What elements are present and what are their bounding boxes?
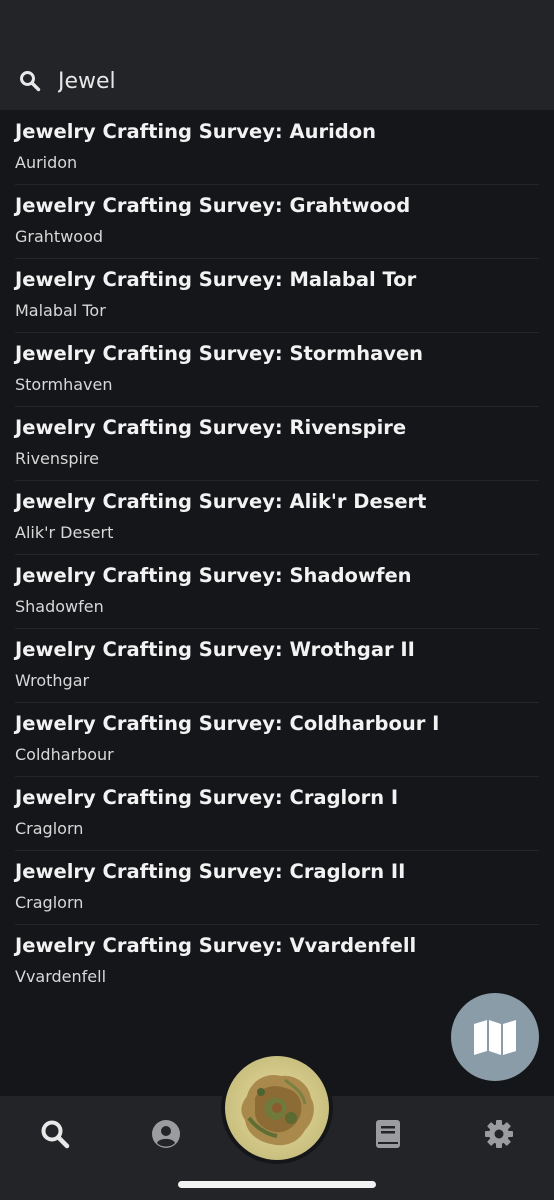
- result-subtitle: Alik'r Desert: [15, 523, 114, 542]
- tab-library[interactable]: [368, 1114, 408, 1154]
- world-map-button[interactable]: [221, 1052, 333, 1164]
- tab-profile[interactable]: [146, 1114, 186, 1154]
- result-title: Jewelry Crafting Survey: Craglorn II: [15, 860, 406, 883]
- gear-icon: [485, 1120, 513, 1148]
- result-title: Jewelry Crafting Survey: Alik'r Desert: [15, 490, 427, 513]
- result-subtitle: Wrothgar: [15, 671, 90, 690]
- result-title: Jewelry Crafting Survey: Shadowfen: [15, 564, 412, 587]
- list-item[interactable]: Jewelry Crafting Survey: Coldharbour I C…: [0, 703, 554, 777]
- list-item[interactable]: Jewelry Crafting Survey: Rivenspire Rive…: [0, 407, 554, 481]
- result-subtitle: Grahtwood: [15, 227, 104, 246]
- result-subtitle: Rivenspire: [15, 449, 100, 468]
- map-fab-button[interactable]: [451, 993, 539, 1081]
- list-item[interactable]: Jewelry Crafting Survey: Vvardenfell Vva…: [0, 925, 554, 998]
- person-icon: [152, 1120, 180, 1148]
- result-subtitle: Craglorn: [15, 819, 84, 838]
- search-icon: [41, 1120, 70, 1149]
- result-title: Jewelry Crafting Survey: Craglorn I: [15, 786, 399, 809]
- result-title: Jewelry Crafting Survey: Malabal Tor: [15, 268, 417, 291]
- app-screen: Jewelry Crafting Survey: Auridon Auridon…: [0, 0, 554, 1200]
- search-icon: [20, 71, 41, 92]
- list-item[interactable]: Jewelry Crafting Survey: Alik'r Desert A…: [0, 481, 554, 555]
- list-item[interactable]: Jewelry Crafting Survey: Shadowfen Shado…: [0, 555, 554, 629]
- search-results-list: Jewelry Crafting Survey: Auridon Auridon…: [0, 111, 554, 999]
- list-item[interactable]: Jewelry Crafting Survey: Malabal Tor Mal…: [0, 259, 554, 333]
- home-indicator: [178, 1181, 376, 1188]
- result-subtitle: Coldharbour: [15, 745, 114, 764]
- book-icon: [376, 1120, 400, 1148]
- search-input[interactable]: [58, 62, 528, 100]
- result-title: Jewelry Crafting Survey: Rivenspire: [15, 416, 407, 439]
- result-subtitle: Shadowfen: [15, 597, 104, 616]
- tab-search[interactable]: [35, 1114, 75, 1154]
- result-title: Jewelry Crafting Survey: Grahtwood: [15, 194, 411, 217]
- result-title: Jewelry Crafting Survey: Auridon: [15, 120, 377, 143]
- list-item[interactable]: Jewelry Crafting Survey: Auridon Auridon: [0, 111, 554, 185]
- result-subtitle: Auridon: [15, 153, 78, 172]
- result-subtitle: Stormhaven: [15, 375, 113, 394]
- result-title: Jewelry Crafting Survey: Coldharbour I: [15, 712, 440, 735]
- list-item[interactable]: Jewelry Crafting Survey: Grahtwood Graht…: [0, 185, 554, 259]
- tab-settings[interactable]: [479, 1114, 519, 1154]
- list-item[interactable]: Jewelry Crafting Survey: Craglorn II Cra…: [0, 851, 554, 925]
- result-subtitle: Vvardenfell: [15, 967, 107, 986]
- search-header: [0, 0, 554, 110]
- result-title: Jewelry Crafting Survey: Stormhaven: [15, 342, 424, 365]
- map-icon: [474, 1020, 516, 1055]
- result-subtitle: Malabal Tor: [15, 301, 106, 320]
- list-item[interactable]: Jewelry Crafting Survey: Stormhaven Stor…: [0, 333, 554, 407]
- result-title: Jewelry Crafting Survey: Vvardenfell: [15, 934, 417, 957]
- list-item[interactable]: Jewelry Crafting Survey: Wrothgar II Wro…: [0, 629, 554, 703]
- world-map-thumbnail: [225, 1056, 329, 1160]
- result-subtitle: Craglorn: [15, 893, 84, 912]
- result-title: Jewelry Crafting Survey: Wrothgar II: [15, 638, 415, 661]
- list-item[interactable]: Jewelry Crafting Survey: Craglorn I Crag…: [0, 777, 554, 851]
